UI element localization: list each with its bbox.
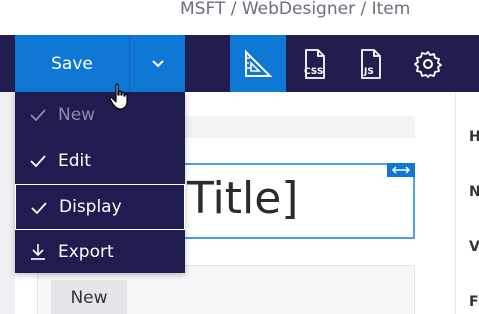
property-label: F (469, 294, 479, 310)
breadcrumb-bar: MSFT / WebDesigner / Item (0, 0, 479, 35)
gear-icon (414, 50, 442, 78)
title-text: Title] (187, 173, 299, 224)
menu-item-display[interactable]: Display (15, 184, 185, 230)
download-icon (31, 244, 45, 260)
svg-text:JS: JS (363, 67, 374, 77)
save-dropdown-button[interactable] (130, 35, 185, 92)
menu-item-edit[interactable]: Edit (15, 138, 185, 184)
svg-text:CSS: CSS (304, 67, 323, 77)
check-icon (30, 109, 46, 122)
menu-item-label: Export (58, 242, 114, 262)
save-split-button: Save (15, 35, 185, 92)
hand-cursor-icon (109, 83, 128, 110)
css-file-icon: CSS (304, 48, 325, 79)
menu-item-label: Display (59, 197, 122, 217)
menu-item-new[interactable]: New (15, 92, 185, 138)
new-tab[interactable]: New (51, 280, 127, 314)
check-icon (31, 202, 47, 215)
property-label: V (469, 239, 479, 255)
menu-item-label: Edit (58, 151, 91, 171)
check-icon (30, 155, 46, 168)
js-file-icon: JS (361, 48, 381, 79)
save-dropdown-menu: New Edit Display Export (15, 92, 185, 273)
settings-button[interactable] (400, 35, 456, 92)
toolbar: Save CSS JS (0, 35, 479, 92)
chevron-down-icon (151, 59, 164, 67)
left-gutter (0, 92, 15, 314)
breadcrumb: MSFT / WebDesigner / Item (180, 0, 411, 19)
properties-divider (455, 92, 456, 314)
web-designer-app: MSFT / WebDesigner / Item Save CSS JS Ti… (0, 0, 479, 314)
js-tool-button[interactable]: JS (342, 35, 398, 92)
property-label: H (469, 129, 479, 145)
menu-item-export[interactable]: Export (15, 229, 185, 275)
css-tool-button[interactable]: CSS (286, 35, 342, 92)
menu-item-label: New (58, 105, 96, 125)
design-tool-button[interactable] (230, 35, 286, 92)
ruler-triangle-icon (245, 49, 273, 77)
resize-handle[interactable] (387, 163, 415, 177)
horizontal-resize-icon (391, 166, 411, 174)
property-label: N (469, 184, 479, 200)
